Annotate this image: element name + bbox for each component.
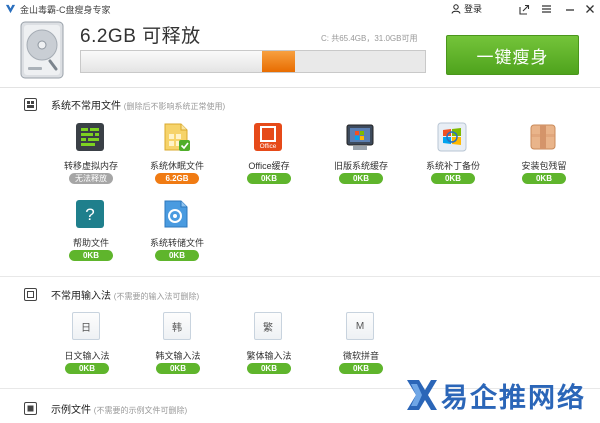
size-badge: 0KB	[522, 173, 566, 184]
size-badge: 0KB	[431, 173, 475, 184]
size-badge: 0KB	[69, 250, 113, 261]
user-icon	[451, 3, 461, 14]
size-badge: 0KB	[156, 363, 200, 374]
menu-icon	[541, 5, 551, 13]
minimize-icon	[566, 9, 574, 11]
ime-traditional-icon: 繁	[254, 312, 282, 340]
watermark: 易企推网络	[405, 374, 595, 418]
item-old-system-cache[interactable]: 旧版系统缓存 0KB	[321, 122, 401, 194]
section-title: 系统不常用文件 (删除后不影响系统正常使用)	[51, 100, 226, 112]
item-label: 微软拼音	[342, 351, 379, 361]
watermark-logo-icon	[407, 380, 437, 410]
hard-disk-icon	[20, 21, 64, 79]
item-label: 旧版系统缓存	[333, 161, 388, 171]
item-label: 帮助文件	[72, 238, 109, 248]
one-click-slim-button[interactable]: 一键瘦身	[446, 35, 579, 75]
close-icon	[586, 5, 594, 13]
size-badge: 6.2GB	[155, 173, 199, 184]
section-title: 示例文件 (不需要的示例文件可删除)	[51, 404, 188, 416]
item-help-files[interactable]: ? 帮助文件 0KB	[51, 199, 131, 271]
item-virtual-memory[interactable]: 转移虚拟内存 无法释放	[51, 122, 131, 194]
item-traditional-ime[interactable]: 繁 繁体输入法 0KB	[229, 312, 309, 384]
item-label: 系统转储文件	[149, 238, 204, 248]
svg-text:?: ?	[85, 205, 94, 224]
item-label: Office缓存	[248, 161, 290, 171]
close-button[interactable]	[583, 2, 597, 16]
login-label: 登录	[464, 4, 483, 14]
item-label: 转移虚拟内存	[63, 161, 118, 171]
old-system-icon	[346, 124, 374, 150]
hibernate-file-icon	[164, 123, 190, 151]
window-title: 金山毒霸-C盘瘦身专家	[20, 5, 111, 15]
section-input-methods-header[interactable]: 不常用输入法 (不需要的输入法可删除)	[0, 280, 600, 308]
item-label: 繁体输入法	[246, 351, 292, 361]
size-badge: 0KB	[247, 363, 291, 374]
system-files-icon	[24, 97, 37, 111]
share-icon	[518, 4, 529, 15]
input-method-icon	[24, 287, 37, 301]
item-office-cache[interactable]: Office Office缓存 0KB	[229, 122, 309, 194]
item-korean-ime[interactable]: 韩 韩文输入法 0KB	[138, 312, 218, 384]
item-label: 韩文输入法	[155, 351, 201, 361]
item-installer-leftovers[interactable]: 安装包残留 0KB	[504, 122, 584, 194]
item-hibernate-file[interactable]: 系统休眠文件 6.2GB	[137, 122, 217, 194]
size-badge: 0KB	[247, 173, 291, 184]
item-dump-files[interactable]: 系统转储文件 0KB	[137, 199, 217, 271]
releasable-space-fill	[261, 51, 295, 72]
item-label: 系统补丁备份	[425, 161, 480, 171]
dump-file-icon	[164, 200, 188, 228]
share-button[interactable]	[517, 2, 531, 16]
package-icon	[530, 124, 556, 150]
watermark-text: 易企推网络	[441, 383, 586, 414]
releasable-size: 6.2GB 可释放	[80, 26, 201, 47]
item-label: 系统休眠文件	[149, 161, 204, 171]
section-divider	[0, 276, 600, 277]
minimize-button[interactable]	[563, 2, 577, 16]
office-icon: Office	[254, 123, 282, 151]
title-bar: 金山毒霸-C盘瘦身专家 登录	[0, 0, 600, 18]
size-badge: 0KB	[65, 363, 109, 374]
size-badge: 无法释放	[69, 173, 113, 184]
help-icon: ?	[76, 200, 104, 228]
app-logo-icon	[5, 4, 16, 14]
item-label: 安装包残留	[521, 161, 567, 171]
size-badge: 0KB	[155, 250, 199, 261]
used-space-fill	[81, 51, 262, 72]
equalizer-icon	[76, 123, 104, 151]
size-badge: 0KB	[339, 173, 383, 184]
menu-button[interactable]	[539, 2, 553, 16]
disk-usage-text: C: 共65.4GB，31.0GB可用	[321, 34, 418, 43]
sample-files-icon	[24, 401, 37, 415]
item-microsoft-pinyin[interactable]: M 微软拼音 0KB	[321, 312, 401, 384]
section-title: 不常用输入法 (不需要的输入法可删除)	[51, 290, 200, 302]
ime-japanese-icon: 日	[72, 312, 100, 340]
windows-logo-icon	[437, 122, 467, 152]
summary-header: 6.2GB 可释放 C: 共65.4GB，31.0GB可用 一键瘦身	[0, 18, 600, 88]
svg-text:Office: Office	[260, 143, 277, 150]
login-button[interactable]: 登录	[451, 2, 482, 15]
item-label: 日文输入法	[64, 351, 110, 361]
file-category-list: 系统不常用文件 (删除后不影响系统正常使用) 转移虚拟内存 无法释放 系统休眠文…	[0, 88, 600, 423]
item-japanese-ime[interactable]: 日 日文输入法 0KB	[47, 312, 127, 384]
size-badge: 0KB	[339, 363, 383, 374]
item-patch-backup[interactable]: 系统补丁备份 0KB	[413, 122, 493, 194]
disk-usage-bar	[80, 50, 426, 73]
ime-pinyin-icon: M	[346, 312, 374, 340]
ime-korean-icon: 韩	[163, 312, 191, 340]
section-system-files-header[interactable]: 系统不常用文件 (删除后不影响系统正常使用)	[0, 90, 600, 118]
